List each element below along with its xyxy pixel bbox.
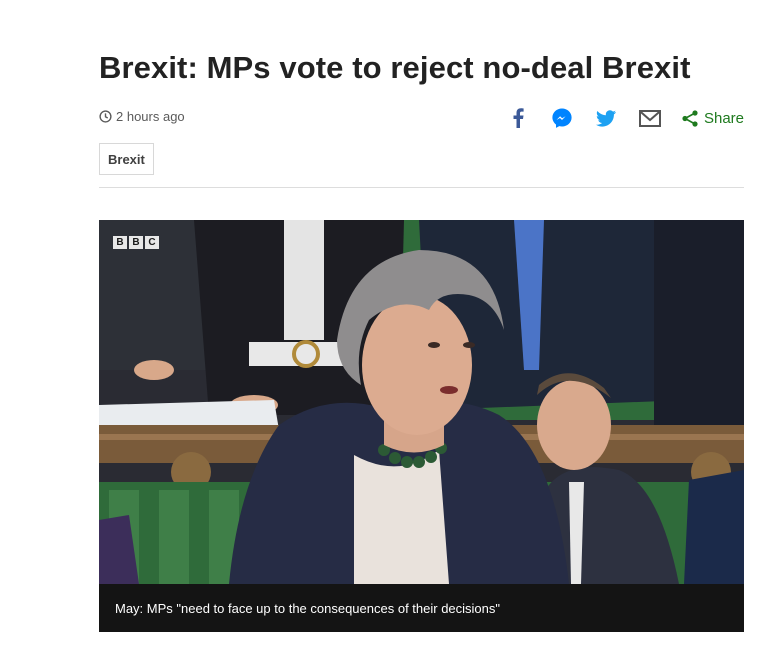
clock-icon (99, 110, 112, 123)
twitter-icon[interactable] (594, 106, 618, 130)
article-title: Brexit: MPs vote to reject no-deal Brexi… (99, 50, 691, 85)
messenger-icon[interactable] (550, 106, 574, 130)
bbc-logo-letter: B (113, 236, 127, 249)
video-player[interactable]: B B C May: MPs "need to face up to the c… (99, 220, 744, 632)
facebook-icon[interactable] (506, 106, 530, 130)
timestamp: 2 hours ago (99, 109, 185, 124)
divider (99, 187, 744, 188)
article-meta: 2 hours ago Share (99, 104, 744, 130)
topic-tag[interactable]: Brexit (99, 143, 154, 175)
video-still (99, 220, 744, 584)
bbc-logo-letter: B (129, 236, 143, 249)
share-tools: Share (506, 106, 744, 130)
share-icon (682, 109, 698, 127)
share-button[interactable]: Share (682, 110, 744, 127)
timestamp-text: 2 hours ago (116, 109, 185, 124)
media-caption: May: MPs "need to face up to the consequ… (99, 584, 744, 632)
bbc-logo-letter: C (145, 236, 159, 249)
bbc-logo: B B C (113, 236, 159, 249)
share-label: Share (703, 109, 744, 127)
email-icon[interactable] (638, 106, 662, 130)
